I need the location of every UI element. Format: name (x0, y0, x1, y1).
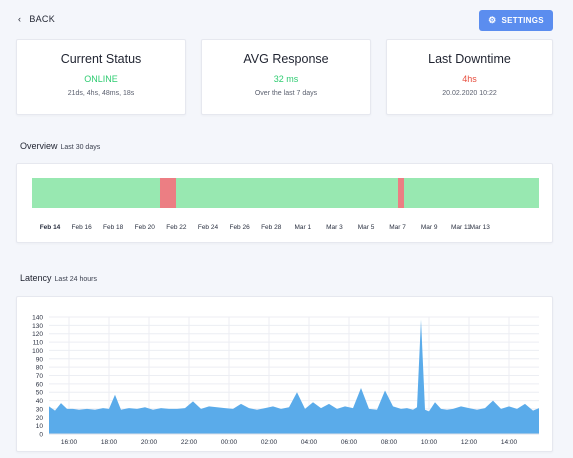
date-label: Feb 28 (261, 224, 282, 231)
x-tick-label: 14:00 (501, 439, 518, 446)
stat-value: 4hs (462, 74, 477, 84)
chevron-left-icon: ‹ (18, 14, 22, 24)
last-downtime-card: Last Downtime 4hs 20.02.2020 10:22 (386, 39, 553, 115)
y-tick-label: 110 (33, 340, 44, 347)
x-tick-label: 22:00 (181, 439, 198, 446)
latency-area (49, 319, 539, 434)
stat-title: AVG Response (243, 52, 329, 66)
latency-chart: 0 1020 304050 607080 90100110 120130140 16:00 1… (32, 315, 539, 446)
y-tick-label: 0 (39, 432, 43, 439)
settings-button[interactable]: ⚙ SETTINGS (479, 10, 553, 31)
date-label: Mar 9 (420, 224, 438, 231)
date-label: Feb 20 (134, 224, 155, 231)
stat-value: 32 ms (273, 74, 299, 84)
x-tick-label: 16:00 (61, 439, 78, 446)
y-tick-label: 80 (36, 365, 44, 372)
overview-card: Feb 14 Feb 16 Feb 18 Feb 20 Feb 22 Feb 24 Feb … (16, 163, 553, 243)
date-label: Feb 22 (166, 224, 187, 231)
y-tick-label: 140 (32, 315, 43, 322)
y-tick-label: 30 (36, 406, 44, 413)
date-label: Mar 7 (389, 224, 406, 231)
stat-sub: 20.02.2020 10:22 (442, 90, 497, 97)
date-label: Feb 14 (39, 224, 61, 231)
uptime-bar (32, 178, 539, 208)
x-tick-label: 06:00 (341, 439, 358, 446)
y-tick-label: 90 (36, 356, 44, 363)
x-tick-label: 12:00 (461, 439, 478, 446)
date-label: Mar 3 (326, 224, 343, 231)
date-label: Feb 26 (229, 224, 250, 231)
stat-sub: 21ds, 4hs, 48ms, 18s (67, 90, 135, 97)
x-tick-label: 02:00 (261, 439, 278, 446)
x-tick-label: 00:00 (221, 439, 238, 446)
gear-icon: ⚙ (488, 15, 497, 25)
stat-title: Last Downtime (428, 52, 511, 66)
x-tick-label: 18:00 (101, 439, 118, 446)
overview-title: Overview (20, 141, 58, 151)
y-tick-label: 20 (36, 415, 44, 422)
overview-heading: Overview Last 30 days (20, 141, 100, 151)
date-label: Mar 13 (469, 224, 490, 231)
current-status-card: Current Status ONLINE 21ds, 4hs, 48ms, 1… (16, 39, 186, 115)
date-label: Mar 5 (357, 224, 375, 231)
y-tick-label: 10 (36, 423, 44, 430)
x-tick-label: 08:00 (381, 439, 398, 446)
date-label: Mar 1 (294, 224, 312, 231)
latency-card: 0 10 20 30 40 50 60 70 80 90 100 110 120 130 140 16:00 1… (16, 296, 553, 452)
y-tick-label: 40 (36, 398, 44, 405)
y-tick-label: 100 (32, 348, 43, 355)
y-tick-label: 50 (36, 390, 44, 397)
stat-title: Current Status (60, 52, 142, 66)
y-tick-label: 70 (36, 373, 44, 380)
x-tick-label: 20:00 (141, 439, 158, 446)
date-label: Feb 24 (197, 224, 219, 231)
latency-subtitle: Last 24 hours (54, 276, 97, 283)
y-tick-label: 120 (32, 331, 43, 338)
date-label: Mar 11 (450, 224, 471, 231)
downtime-segment (397, 178, 404, 208)
back-label: BACK (29, 14, 56, 24)
y-tick-label: 60 (36, 381, 44, 388)
back-button[interactable]: ‹ BACK (18, 14, 55, 24)
stat-sub: Over the last 7 days (254, 90, 318, 97)
x-tick-label: 04:00 (301, 439, 318, 446)
y-tick-label: 130 (32, 323, 43, 330)
avg-response-card: AVG Response 32 ms Over the last 7 days (201, 39, 371, 115)
settings-label: SETTINGS (501, 16, 544, 25)
latency-title: Latency (20, 273, 52, 283)
latency-heading: Latency Last 24 hours (20, 273, 97, 283)
x-tick-label: 10:00 (421, 439, 438, 446)
date-label: Feb 16 (71, 224, 92, 231)
downtime-segment (159, 178, 177, 208)
overview-subtitle: Last 30 days (60, 144, 101, 151)
date-label: Feb 18 (103, 224, 124, 231)
stat-value: ONLINE (84, 74, 118, 84)
